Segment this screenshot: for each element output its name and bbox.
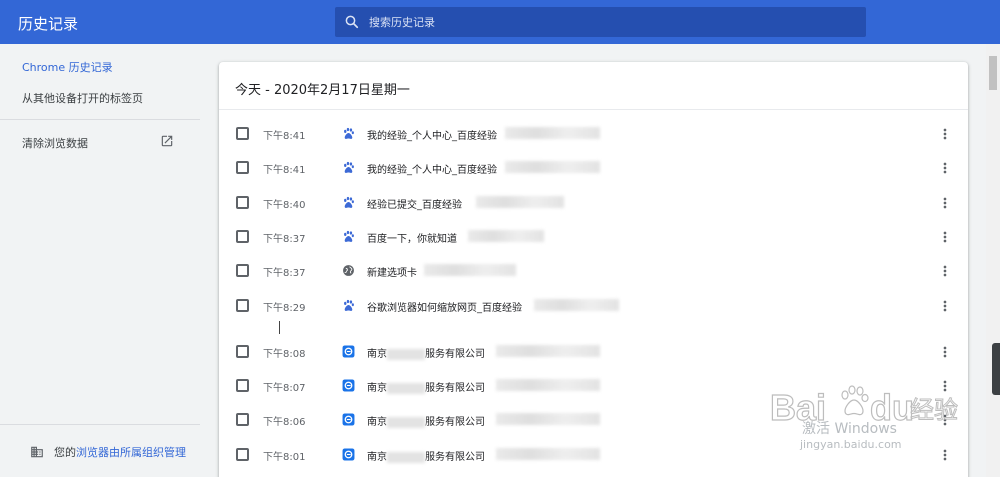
baidu-paw-icon xyxy=(344,299,354,311)
baidu-paw-icon xyxy=(344,230,354,242)
entry-title-link[interactable]: 我的经验_个人中心_百度经验 xyxy=(367,161,497,176)
history-row[interactable]: 下午8:41 我的经验_个人中心_百度经验 xyxy=(219,117,968,151)
globe-icon xyxy=(343,265,354,276)
site-e-icon xyxy=(342,413,355,426)
redacted-url xyxy=(424,264,516,276)
history-row[interactable]: 下午8:29 谷歌浏览器如何缩放网页_百度经验 xyxy=(219,289,968,323)
more-vert-icon[interactable] xyxy=(937,447,953,463)
redacted-url xyxy=(496,379,600,391)
row-checkbox[interactable] xyxy=(236,413,249,426)
date-heading: 今天 - 2020年2月17日星期一 xyxy=(235,83,410,98)
redacted-url xyxy=(496,345,600,357)
more-vert-icon[interactable] xyxy=(937,126,953,142)
managed-prefix: 您的 xyxy=(54,446,76,459)
row-checkbox[interactable] xyxy=(236,379,249,392)
site-e-icon xyxy=(342,448,355,461)
entry-title-link[interactable]: 南京 服务有限公司 xyxy=(367,345,485,360)
jingyan-url-watermark: jingyan.baidu.com xyxy=(800,438,902,451)
visit-time: 下午8:41 xyxy=(263,131,306,142)
history-row[interactable]: 下午8:40 经验已提交_百度经验 xyxy=(219,186,968,220)
sidebar-divider xyxy=(0,424,200,425)
external-link-icon[interactable] xyxy=(160,134,174,148)
visit-time: 下午8:08 xyxy=(263,349,306,360)
visit-time: 下午8:37 xyxy=(263,268,306,279)
row-checkbox[interactable] xyxy=(236,161,249,174)
visit-time: 下午8:37 xyxy=(263,234,306,245)
row-checkbox[interactable] xyxy=(236,127,249,140)
history-row[interactable]: 下午8:37 百度一下，你就知道 xyxy=(219,220,968,254)
top-bar: 历史记录 xyxy=(0,0,1000,44)
page-scrollbar[interactable] xyxy=(986,44,1000,477)
row-checkbox[interactable] xyxy=(236,345,249,358)
baidu-jingyan-watermark: Bai du 经验 xyxy=(770,385,959,429)
managed-by-org-notice: 您的 浏览器由所属组织管理 xyxy=(30,444,186,460)
site-e-icon xyxy=(342,379,355,392)
visit-time: 下午8:07 xyxy=(263,383,306,394)
svg-text:du: du xyxy=(870,387,914,428)
visit-time: 下午8:06 xyxy=(263,417,306,428)
more-vert-icon[interactable] xyxy=(937,263,953,279)
entry-title-link[interactable]: 经验已提交_百度经验 xyxy=(367,196,462,211)
sidebar-item-chrome-history[interactable]: Chrome 历史记录 xyxy=(22,59,113,75)
page-title: 历史记录 xyxy=(18,15,79,33)
svg-text:经验: 经验 xyxy=(910,396,958,424)
visit-time: 下午8:29 xyxy=(263,303,306,314)
search-icon[interactable] xyxy=(343,13,361,31)
redacted-url xyxy=(505,127,600,139)
managed-by-org-link[interactable]: 浏览器由所属组织管理 xyxy=(76,444,186,460)
redacted-url xyxy=(505,161,600,173)
search-box[interactable] xyxy=(335,7,866,37)
more-vert-icon[interactable] xyxy=(937,298,953,314)
redacted-url xyxy=(534,299,619,311)
history-row[interactable]: 下午8:08 南京 服务有限公司 xyxy=(219,335,968,369)
text-cursor xyxy=(279,321,280,334)
sidebar-divider xyxy=(0,119,200,120)
side-panel-handle[interactable] xyxy=(992,343,1000,395)
redacted-url xyxy=(476,196,564,208)
visit-time: 下午8:40 xyxy=(263,200,306,211)
building-icon xyxy=(31,446,43,458)
sidebar-item-clear-browsing-data[interactable]: 清除浏览数据 xyxy=(22,135,88,151)
card-divider xyxy=(219,109,968,110)
row-checkbox[interactable] xyxy=(236,299,249,312)
entry-title-link[interactable]: 南京 服务有限公司 xyxy=(367,379,485,394)
row-checkbox[interactable] xyxy=(236,230,249,243)
sidebar-item-other-devices[interactable]: 从其他设备打开的标签页 xyxy=(22,90,143,106)
baidu-paw-icon xyxy=(344,196,354,208)
svg-text:Bai: Bai xyxy=(770,387,826,428)
search-input[interactable] xyxy=(369,7,849,37)
baidu-paw-icon xyxy=(344,127,354,139)
redacted-url xyxy=(496,448,600,460)
redacted-url xyxy=(468,230,544,242)
visit-time: 下午8:01 xyxy=(263,452,306,463)
entry-title-link[interactable]: 南京 服务有限公司 xyxy=(367,413,485,428)
sidebar: Chrome 历史记录 从其他设备打开的标签页 清除浏览数据 您的 浏览器由所属组… xyxy=(0,44,200,477)
row-checkbox[interactable] xyxy=(236,448,249,461)
entry-title-link[interactable]: 百度一下，你就知道 xyxy=(367,230,457,245)
entry-title-link[interactable]: 新建选项卡 xyxy=(367,264,417,279)
more-vert-icon[interactable] xyxy=(937,344,953,360)
more-vert-icon[interactable] xyxy=(937,160,953,176)
entry-title-link[interactable]: 南京 服务有限公司 xyxy=(367,448,485,463)
visit-time: 下午8:41 xyxy=(263,165,306,176)
more-vert-icon[interactable] xyxy=(937,229,953,245)
history-row[interactable]: 下午8:37 新建选项卡 xyxy=(219,254,968,288)
entry-title-link[interactable]: 谷歌浏览器如何缩放网页_百度经验 xyxy=(367,299,522,314)
row-checkbox[interactable] xyxy=(236,264,249,277)
redacted-url xyxy=(496,413,600,425)
row-checkbox[interactable] xyxy=(236,196,249,209)
scrollbar-thumb[interactable] xyxy=(989,56,997,90)
site-e-icon xyxy=(342,345,355,358)
more-vert-icon[interactable] xyxy=(937,195,953,211)
entry-title-link[interactable]: 我的经验_个人中心_百度经验 xyxy=(367,127,497,142)
history-row[interactable]: 下午8:41 我的经验_个人中心_百度经验 xyxy=(219,151,968,185)
baidu-paw-icon xyxy=(344,161,354,173)
